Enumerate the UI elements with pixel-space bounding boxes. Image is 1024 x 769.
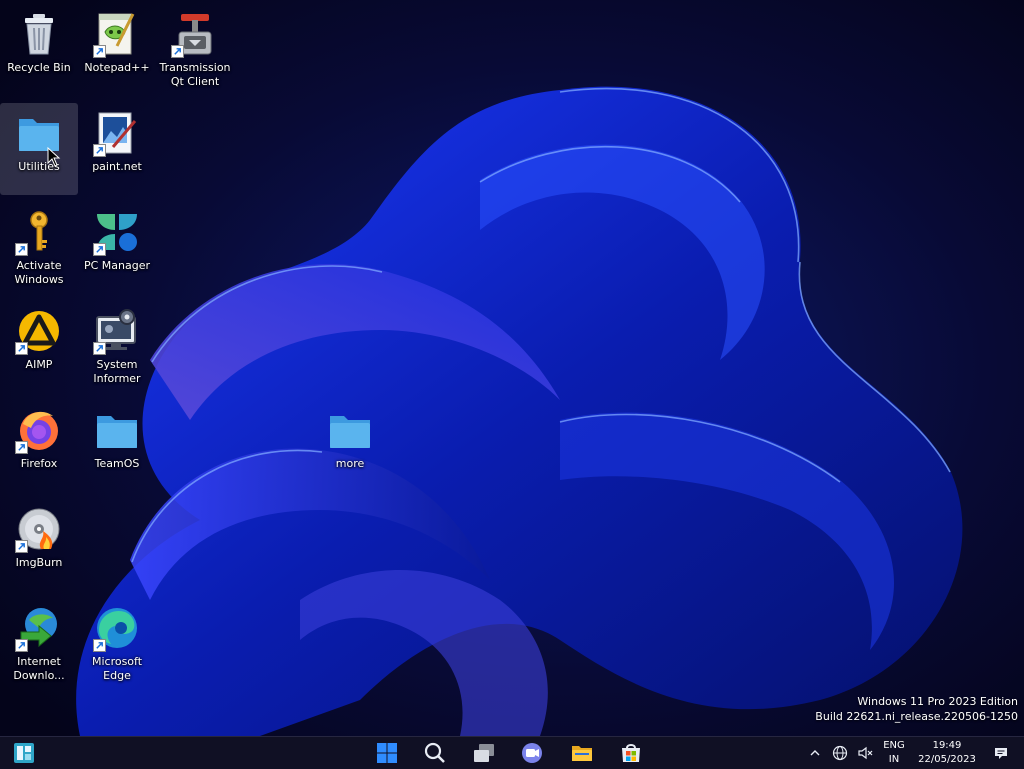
key-icon [15,208,63,256]
desktop-icon-label: Activate Windows [14,259,64,286]
network-button[interactable] [830,737,850,769]
aimp-icon [15,307,63,355]
shortcut-arrow-icon [93,243,106,256]
recycle-bin-icon [15,10,63,58]
notepad-plus-plus-icon [93,10,141,58]
widgets-icon [14,743,34,763]
task-view-icon [474,744,494,762]
internet-download-manager-shortcut[interactable]: Internet Downlo... [0,598,78,690]
clock-date: 22/05/2023 [918,754,976,765]
transmission-qt-client-shortcut[interactable]: Transmission Qt Client [156,4,234,96]
shortcut-arrow-icon [15,540,28,553]
language-code: ENG [883,740,905,751]
aimp-shortcut[interactable]: AIMP [0,301,78,393]
desktop-icon-label: more [335,457,365,470]
search-button[interactable] [420,739,450,767]
shortcut-arrow-icon [15,243,28,256]
desktop: Recycle Bin Notepad++ Transmission Qt Cl… [0,0,1024,736]
shortcut-arrow-icon [15,342,28,355]
desktop-icon-label: Notepad++ [84,61,150,74]
teams-chat-icon [522,743,542,763]
file-explorer-button[interactable] [567,739,597,767]
desktop-icon-label: Utilities [18,160,60,173]
clock-time: 19:49 [932,740,962,751]
folder-icon [326,406,374,454]
taskbar: ENG IN 19:49 22/05/2023 [0,736,1024,769]
shortcut-arrow-icon [93,144,106,157]
desktop-icon-label: Internet Downlo... [13,655,65,682]
system-informer-shortcut[interactable]: System Informer [78,301,156,393]
windows-edition-watermark: Windows 11 Pro 2023 Edition Build 22621.… [815,694,1018,724]
system-informer-icon [93,307,141,355]
microsoft-edge-icon [93,604,141,652]
desktop-icon-label: PC Manager [83,259,151,272]
shortcut-arrow-icon [93,639,106,652]
show-hidden-icons-button[interactable] [806,737,824,769]
recycle-bin-shortcut[interactable]: Recycle Bin [0,4,78,96]
volume-button[interactable] [855,737,875,769]
imgburn-icon [15,505,63,553]
desktop-icon-label: Microsoft Edge [91,655,143,682]
microsoft-store-icon [622,744,640,762]
teams-chat-button[interactable] [517,739,547,767]
imgburn-shortcut[interactable]: ImgBurn [0,499,78,591]
chevron-up-icon [810,750,820,756]
notification-center-icon [995,748,1007,759]
shortcut-arrow-icon [93,342,106,355]
shortcut-arrow-icon [15,441,28,454]
paint-net-shortcut[interactable]: paint.net [78,103,156,195]
edition-text: Windows 11 Pro 2023 Edition [857,695,1018,708]
volume-muted-icon [858,746,873,760]
widgets-button[interactable] [9,739,39,767]
shortcut-arrow-icon [93,45,106,58]
build-text: Build 22621.ni_release.220506-1250 [815,710,1018,723]
input-language-indicator[interactable]: ENG IN [878,737,910,769]
desktop-icon-label: TeamOS [94,457,140,470]
activate-windows-shortcut[interactable]: Activate Windows [0,202,78,294]
shortcut-arrow-icon [15,639,28,652]
shortcut-arrow-icon [171,45,184,58]
desktop-icon-label: Firefox [20,457,58,470]
search-icon [424,742,445,763]
task-view-button[interactable] [469,739,499,767]
notifications-button[interactable] [990,737,1012,769]
file-explorer-icon [572,746,592,761]
pc-manager-icon [93,208,141,256]
start-icon [377,743,397,763]
firefox-shortcut[interactable]: Firefox [0,400,78,492]
teamos-folder-shortcut[interactable]: TeamOS [78,400,156,492]
mouse-cursor-icon [47,147,61,167]
globe-icon [832,745,848,761]
desktop-icon-label: Transmission Qt Client [159,61,231,88]
pc-manager-shortcut[interactable]: PC Manager [78,202,156,294]
transmission-icon [171,10,219,58]
start-button[interactable] [372,739,402,767]
folder-icon [93,406,141,454]
desktop-icon-label: Recycle Bin [7,61,71,74]
desktop-icon-label: AIMP [25,358,53,371]
notepad-plus-plus-shortcut[interactable]: Notepad++ [78,4,156,96]
internet-download-manager-icon [15,604,63,652]
more-folder-shortcut[interactable]: more [311,400,389,492]
microsoft-edge-shortcut[interactable]: Microsoft Edge [78,598,156,690]
desktop-icon-label: System Informer [93,358,141,385]
region-code: IN [888,754,900,765]
paint-net-icon [93,109,141,157]
desktop-icon-label: paint.net [92,160,142,173]
microsoft-store-button[interactable] [616,739,646,767]
clock[interactable]: 19:49 22/05/2023 [912,737,982,769]
utilities-folder-shortcut[interactable]: Utilities [0,103,78,195]
firefox-icon [15,406,63,454]
desktop-icon-label: ImgBurn [15,556,63,569]
